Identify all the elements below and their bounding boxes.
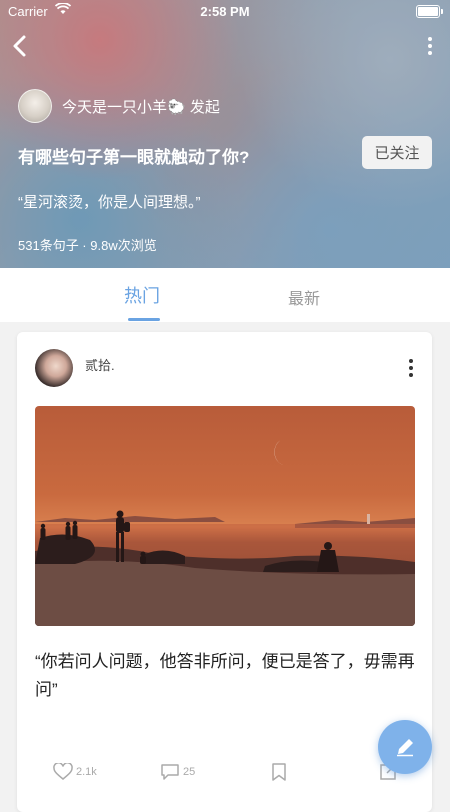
tab-latest[interactable]: 最新 — [288, 285, 320, 309]
more-icon — [409, 359, 413, 377]
more-icon — [428, 37, 432, 55]
bookmark-button[interactable] — [271, 763, 290, 781]
post-quote: “你若问人问题，他答非所问，便已是答了，毋需再问” — [35, 652, 415, 699]
heart-icon — [53, 763, 73, 780]
topic-author-text: 今天是一只小羊🐑 发起 — [62, 98, 220, 116]
post-image[interactable] — [35, 406, 415, 626]
pencil-icon — [397, 739, 413, 757]
status-bar: Carrier 2:58 PM — [0, 0, 450, 24]
topic-quote: “星河滚烫，你是人间理想。” — [18, 194, 201, 211]
tab-indicator — [128, 318, 160, 321]
comment-icon — [161, 764, 179, 780]
compose-button[interactable] — [378, 720, 432, 774]
post-more-button[interactable] — [408, 358, 414, 378]
post-action-bar: 2.1k 25 — [17, 760, 432, 790]
tab-bar: 热门 最新 — [0, 268, 450, 322]
like-count: 2.1k — [76, 766, 97, 778]
bookmark-icon — [272, 763, 286, 781]
topic-header — [0, 0, 450, 268]
avatar[interactable] — [18, 89, 52, 123]
comment-button[interactable]: 25 — [160, 763, 195, 781]
topic-author[interactable]: 今天是一只小羊🐑 发起 — [18, 89, 220, 123]
like-button[interactable]: 2.1k — [53, 763, 97, 781]
avatar[interactable] — [35, 349, 73, 387]
page-title: 有哪些句子第一眼就触动了你? — [18, 148, 250, 167]
post-card[interactable]: 贰拾. “你若问人问题，他答非所问，便已是答了，毋需再问” 2.1k 25 — [17, 332, 432, 812]
comment-count: 25 — [183, 766, 196, 778]
post-author-name[interactable]: 贰拾. — [85, 355, 115, 374]
sunset-beach-illustration — [35, 440, 415, 626]
tab-hot[interactable]: 热门 — [124, 282, 160, 308]
back-button[interactable] — [8, 32, 34, 60]
more-menu-button[interactable] — [420, 36, 440, 56]
battery-icon — [416, 5, 443, 18]
topic-stats: 531条句子 · 9.8w次浏览 — [18, 238, 157, 253]
clock: 2:58 PM — [200, 4, 250, 19]
follow-button[interactable]: 已关注 — [362, 136, 432, 169]
back-icon — [13, 35, 26, 57]
